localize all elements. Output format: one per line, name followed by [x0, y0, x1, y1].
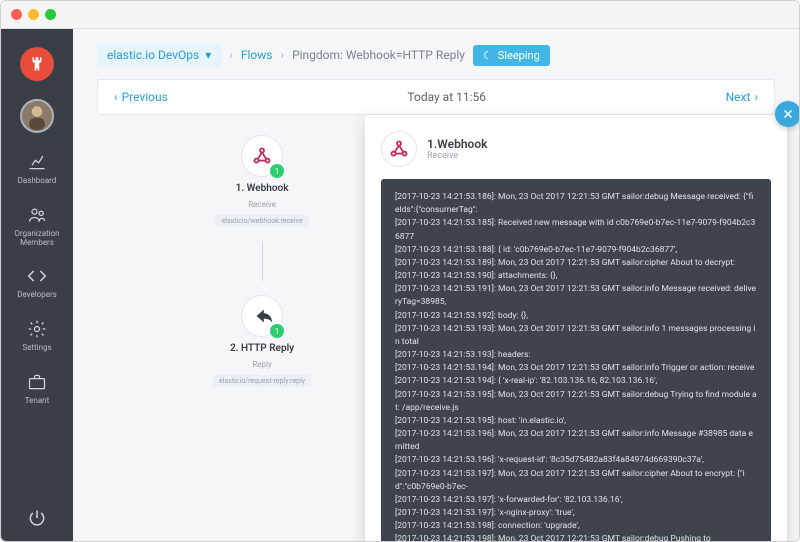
- status-badge-sleeping[interactable]: ☾ Sleeping: [473, 45, 550, 66]
- panel-header: 1.Webhook Receive: [381, 131, 771, 167]
- log-line: [2017-10-23 14:21:53.185]: Received new …: [395, 217, 757, 243]
- previous-button[interactable]: ‹ Previous: [114, 90, 168, 104]
- sidebar-label: Developers: [17, 291, 57, 300]
- log-line: [2017-10-23 14:21:53.189]: Mon, 23 Oct 2…: [395, 257, 757, 270]
- titlebar: [1, 1, 799, 29]
- sidebar-item-power[interactable]: [1, 499, 73, 542]
- log-line: [2017-10-23 14:21:53.197]: 'x-nginx-prox…: [395, 507, 757, 520]
- log-line: [2017-10-23 14:21:53.195]: Mon, 23 Oct 2…: [395, 389, 757, 415]
- count-badge: 1: [270, 324, 284, 338]
- log-line: [2017-10-23 14:21:53.197]: Mon, 23 Oct 2…: [395, 468, 757, 494]
- log-line: [2017-10-23 14:21:53.194]: { 'x-real-ip'…: [395, 375, 757, 388]
- connector: [262, 241, 263, 281]
- chevron-right-icon: ›: [280, 48, 284, 62]
- node-subtitle: Reply: [252, 360, 271, 369]
- sidebar-item-developers[interactable]: Developers: [1, 257, 73, 308]
- log-line: [2017-10-23 14:21:53.197]: 'x-forwarded-…: [395, 494, 757, 507]
- sidebar: Dashboard Organization Members Developer…: [1, 29, 73, 542]
- app-window: Dashboard Organization Members Developer…: [0, 0, 800, 542]
- sidebar-item-org-members[interactable]: Organization Members: [1, 196, 73, 256]
- gear-icon: [26, 318, 48, 340]
- chevron-left-icon: ‹: [114, 90, 118, 104]
- node-tag: elasticio/request-reply:reply: [213, 375, 311, 387]
- log-line: [2017-10-23 14:21:53.194]: Mon, 23 Oct 2…: [395, 362, 757, 375]
- node-title: 1. Webhook: [236, 183, 289, 194]
- minimize-window[interactable]: [28, 9, 39, 20]
- node-title: 2. HTTP Reply: [230, 343, 294, 354]
- sidebar-item-settings[interactable]: Settings: [1, 310, 73, 361]
- sidebar-label: Organization Members: [14, 230, 59, 248]
- breadcrumb-flows[interactable]: Flows: [241, 48, 273, 62]
- chevron-right-icon: ›: [229, 48, 233, 62]
- log-line: [2017-10-23 14:21:53.193]: Mon, 23 Oct 2…: [395, 323, 757, 349]
- prev-label: Previous: [122, 90, 168, 104]
- panel-title: 1.Webhook: [427, 137, 487, 151]
- power-icon: [26, 507, 48, 529]
- next-label: Next: [726, 90, 751, 104]
- log-line: [2017-10-23 14:21:53.186]: Mon, 23 Oct 2…: [395, 191, 757, 217]
- sidebar-label: Settings: [22, 344, 51, 353]
- log-output[interactable]: [2017-10-23 14:21:53.186]: Mon, 23 Oct 2…: [381, 179, 771, 542]
- code-icon: [26, 265, 48, 287]
- sidebar-label: Tenant: [25, 397, 49, 406]
- chevron-right-icon: ›: [754, 90, 758, 104]
- count-badge: 1: [270, 164, 284, 178]
- webhook-node-icon[interactable]: 1: [241, 135, 283, 177]
- org-name: elastic.io DevOps: [107, 48, 199, 62]
- log-line: [2017-10-23 14:21:53.198]: Mon, 23 Oct 2…: [395, 533, 757, 542]
- main-content: elastic.io DevOps ▾ › Flows › Pingdom: W…: [73, 29, 799, 542]
- close-window[interactable]: [11, 9, 22, 20]
- webhook-icon: [381, 131, 417, 167]
- log-line: [2017-10-23 14:21:53.196]: Mon, 23 Oct 2…: [395, 428, 757, 454]
- moon-icon: ☾: [483, 49, 493, 62]
- next-button[interactable]: Next ›: [726, 90, 758, 104]
- node-tag: elasticio/webhook:receive: [215, 215, 308, 227]
- panel-subtitle: Receive: [427, 151, 487, 161]
- log-line: [2017-10-23 14:21:53.196]: 'x-request-id…: [395, 454, 757, 467]
- sidebar-item-tenant[interactable]: Tenant: [1, 363, 73, 414]
- log-line: [2017-10-23 14:21:53.193]: headers:: [395, 349, 757, 362]
- breadcrumb-flow-name: Pingdom: Webhook=HTTP Reply: [292, 48, 465, 62]
- breadcrumb: elastic.io DevOps ▾ › Flows › Pingdom: W…: [73, 29, 799, 79]
- briefcase-icon: [26, 371, 48, 393]
- avatar-image: [20, 99, 54, 133]
- chart-icon: [26, 151, 48, 173]
- log-line: [2017-10-23 14:21:53.190]: attachments: …: [395, 270, 757, 283]
- sidebar-item-dashboard[interactable]: Dashboard: [1, 143, 73, 194]
- timestamp-label: Today at 11:56: [407, 90, 486, 104]
- plug-icon: [20, 47, 54, 81]
- node-subtitle: Receive: [248, 200, 276, 209]
- flow-canvas: 1 1. Webhook Receive elasticio/webhook:r…: [73, 115, 799, 542]
- log-line: [2017-10-23 14:21:53.188]: { id: 'c0b769…: [395, 244, 757, 257]
- flow-diagram: 1 1. Webhook Receive elasticio/webhook:r…: [213, 135, 311, 387]
- org-selector[interactable]: elastic.io DevOps ▾: [97, 43, 221, 67]
- log-line: [2017-10-23 14:21:53.198]: connection: '…: [395, 520, 757, 533]
- app-logo[interactable]: [1, 39, 73, 89]
- time-navigation: ‹ Previous Today at 11:56 Next ›: [97, 79, 775, 115]
- chevron-down-icon: ▾: [205, 48, 211, 62]
- sidebar-label: Dashboard: [18, 177, 57, 186]
- user-avatar[interactable]: [1, 91, 73, 141]
- log-line: [2017-10-23 14:21:53.195]: host: 'in.ela…: [395, 415, 757, 428]
- maximize-window[interactable]: [45, 9, 56, 20]
- close-panel-button[interactable]: [775, 101, 799, 127]
- status-label: Sleeping: [498, 49, 540, 62]
- log-panel: 1.Webhook Receive [2017-10-23 14:21:53.1…: [365, 115, 787, 542]
- log-line: [2017-10-23 14:21:53.191]: Mon, 23 Oct 2…: [395, 283, 757, 309]
- log-line: [2017-10-23 14:21:53.192]: body: {},: [395, 310, 757, 323]
- users-icon: [26, 204, 48, 226]
- http-reply-node-icon[interactable]: 1: [241, 295, 283, 337]
